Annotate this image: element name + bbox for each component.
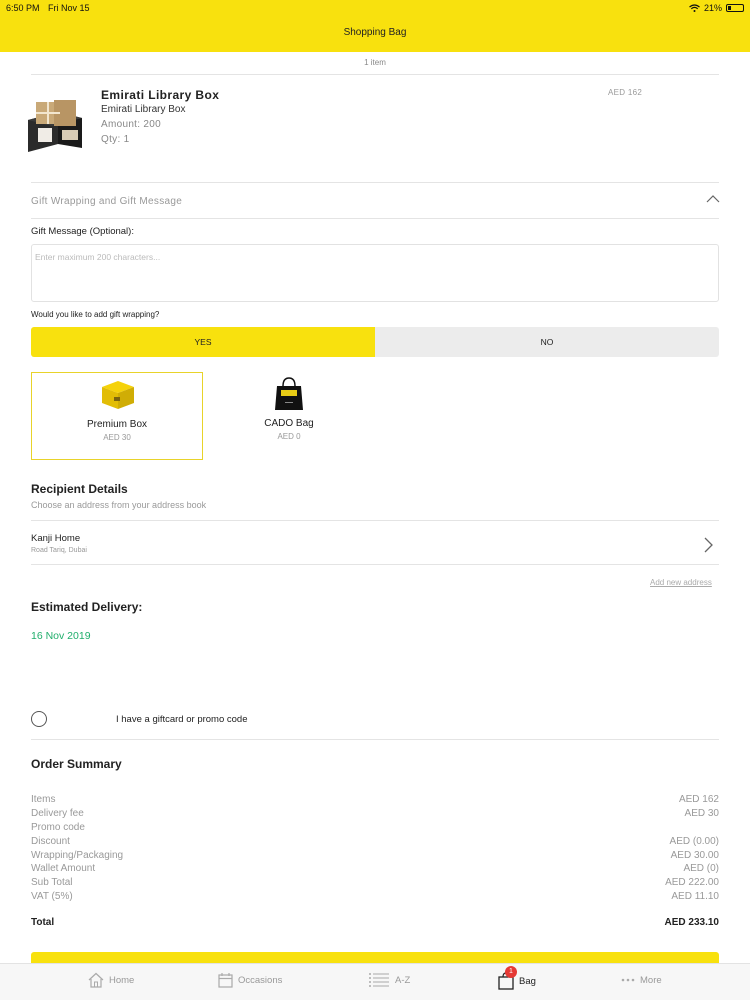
summary-row: Wrapping/Packaging AED 30.00 xyxy=(31,849,719,863)
tab-occasions[interactable]: Occasions xyxy=(218,972,282,988)
battery-icon xyxy=(726,4,744,12)
wrap-option-price: AED 0 xyxy=(277,432,301,441)
summary-value: AED (0) xyxy=(683,863,719,875)
gift-section-header[interactable]: Gift Wrapping and Gift Message xyxy=(31,196,182,207)
product-qty: Qty: 1 xyxy=(101,134,130,145)
summary-value: AED 30.00 xyxy=(670,849,719,861)
page-title: Shopping Bag xyxy=(343,27,407,38)
summary-label: Items xyxy=(31,794,56,805)
tab-label: Occasions xyxy=(238,974,283,986)
gift-message-input[interactable] xyxy=(31,244,719,302)
gift-wrap-toggle: YES NO xyxy=(31,327,719,357)
wrap-option-name: Premium Box xyxy=(86,419,147,430)
product-name[interactable]: Emirati Library Box xyxy=(101,88,219,102)
divider xyxy=(31,74,719,75)
gift-wrap-no-button[interactable]: NO xyxy=(375,327,719,357)
chevron-up-icon[interactable] xyxy=(706,194,720,204)
delivery-title: Estimated Delivery: xyxy=(31,600,143,614)
summary-label: Sub Total xyxy=(31,877,73,889)
order-summary-table: Items AED 162 Delivery fee AED 30 Promo co… xyxy=(31,793,719,904)
nav-bar: Shopping Bag xyxy=(0,16,750,52)
summary-label: Delivery fee xyxy=(31,807,84,819)
summary-label: Promo code xyxy=(31,821,85,833)
summary-value: AED 222.00 xyxy=(665,877,719,889)
product-price: AED 162 xyxy=(608,88,643,97)
wrap-option-name: CADO Bag xyxy=(264,418,314,429)
summary-value: AED 30 xyxy=(684,807,719,819)
recipient-title: Recipient Details xyxy=(31,482,128,496)
summary-label: Wrapping/Packaging xyxy=(31,849,124,861)
list-icon xyxy=(369,973,389,987)
summary-label: Wallet Amount xyxy=(31,863,96,875)
home-icon xyxy=(88,972,104,988)
divider xyxy=(31,182,719,183)
summary-row: Delivery fee AED 30 xyxy=(31,807,719,821)
wifi-icon xyxy=(689,4,700,12)
battery-percent: 21% xyxy=(703,3,722,13)
divider xyxy=(31,739,719,740)
gift-wrap-question: Would you like to add gift wrapping? xyxy=(31,310,160,319)
add-new-address-link[interactable]: Add new address xyxy=(650,578,712,587)
status-bar: 6:50 PM Fri Nov 15 21% xyxy=(0,0,750,16)
status-time: 6:50 PM xyxy=(6,3,40,13)
summary-row: Items AED 162 xyxy=(31,793,719,807)
tab-label: A-Z xyxy=(395,974,411,986)
more-dots-icon xyxy=(621,978,635,982)
wrap-option-premium-box[interactable]: Premium Box AED 30 xyxy=(31,372,203,460)
summary-value: AED 162 xyxy=(678,794,719,805)
total-label: Total xyxy=(31,917,55,928)
bag-count-badge: 1 xyxy=(505,966,517,978)
summary-value: AED 11.10 xyxy=(671,891,719,903)
gift-message-label: Gift Message (Optional): xyxy=(31,226,134,237)
product-image[interactable] xyxy=(24,98,86,154)
summary-value: AED (0.00) xyxy=(669,835,719,847)
status-date: Fri Nov 15 xyxy=(48,3,90,13)
summary-row: VAT (5%) AED 11.10 xyxy=(31,890,719,904)
tab-more[interactable]: More xyxy=(621,972,662,988)
black-shopping-bag-icon xyxy=(275,377,303,410)
order-summary-title: Order Summary xyxy=(31,757,122,771)
divider xyxy=(31,564,719,565)
wrap-option-cado-bag[interactable]: CADO Bag AED 0 xyxy=(203,372,375,460)
tab-label: Home xyxy=(109,974,135,986)
summary-label: VAT (5%) xyxy=(31,891,73,903)
total-row: Total AED 233.10 xyxy=(31,917,719,928)
gift-wrap-yes-button[interactable]: YES xyxy=(31,327,375,357)
address-line[interactable]: Road Tariq, Dubai xyxy=(31,547,87,554)
tab-home[interactable]: Home xyxy=(88,972,134,988)
summary-row: Discount AED (0.00) xyxy=(31,835,719,849)
recipient-subtitle: Choose an address from your address book xyxy=(31,500,207,510)
summary-label: Discount xyxy=(31,835,70,847)
total-value: AED 233.10 xyxy=(664,917,719,928)
address-name[interactable]: Kanji Home xyxy=(31,533,80,544)
tab-bag[interactable]: Bag xyxy=(498,972,536,990)
tab-label: Bag xyxy=(519,975,536,987)
divider xyxy=(31,520,719,521)
wrap-option-price: AED 30 xyxy=(103,433,131,442)
status-right: 21% xyxy=(689,3,744,13)
yellow-gift-box-icon xyxy=(102,381,134,409)
summary-row: Wallet Amount AED (0) xyxy=(31,862,719,876)
tab-a-z[interactable]: A-Z xyxy=(368,972,410,988)
calendar-icon xyxy=(218,973,233,988)
divider xyxy=(31,218,719,219)
tab-bar: Home Occasions A-Z Bag More xyxy=(0,963,750,1000)
item-count: 1 item xyxy=(364,58,386,67)
chevron-right-icon[interactable] xyxy=(703,537,713,553)
promo-radio[interactable] xyxy=(31,711,47,727)
tab-label: More xyxy=(640,974,662,986)
summary-row: Promo code xyxy=(31,821,719,835)
product-amount: Amount: 200 xyxy=(101,119,162,130)
summary-row: Sub Total AED 222.00 xyxy=(31,876,719,890)
product-subtitle: Emirati Library Box xyxy=(101,104,186,115)
promo-label[interactable]: I have a giftcard or promo code xyxy=(116,714,248,725)
delivery-date: 16 Nov 2019 xyxy=(31,630,91,642)
